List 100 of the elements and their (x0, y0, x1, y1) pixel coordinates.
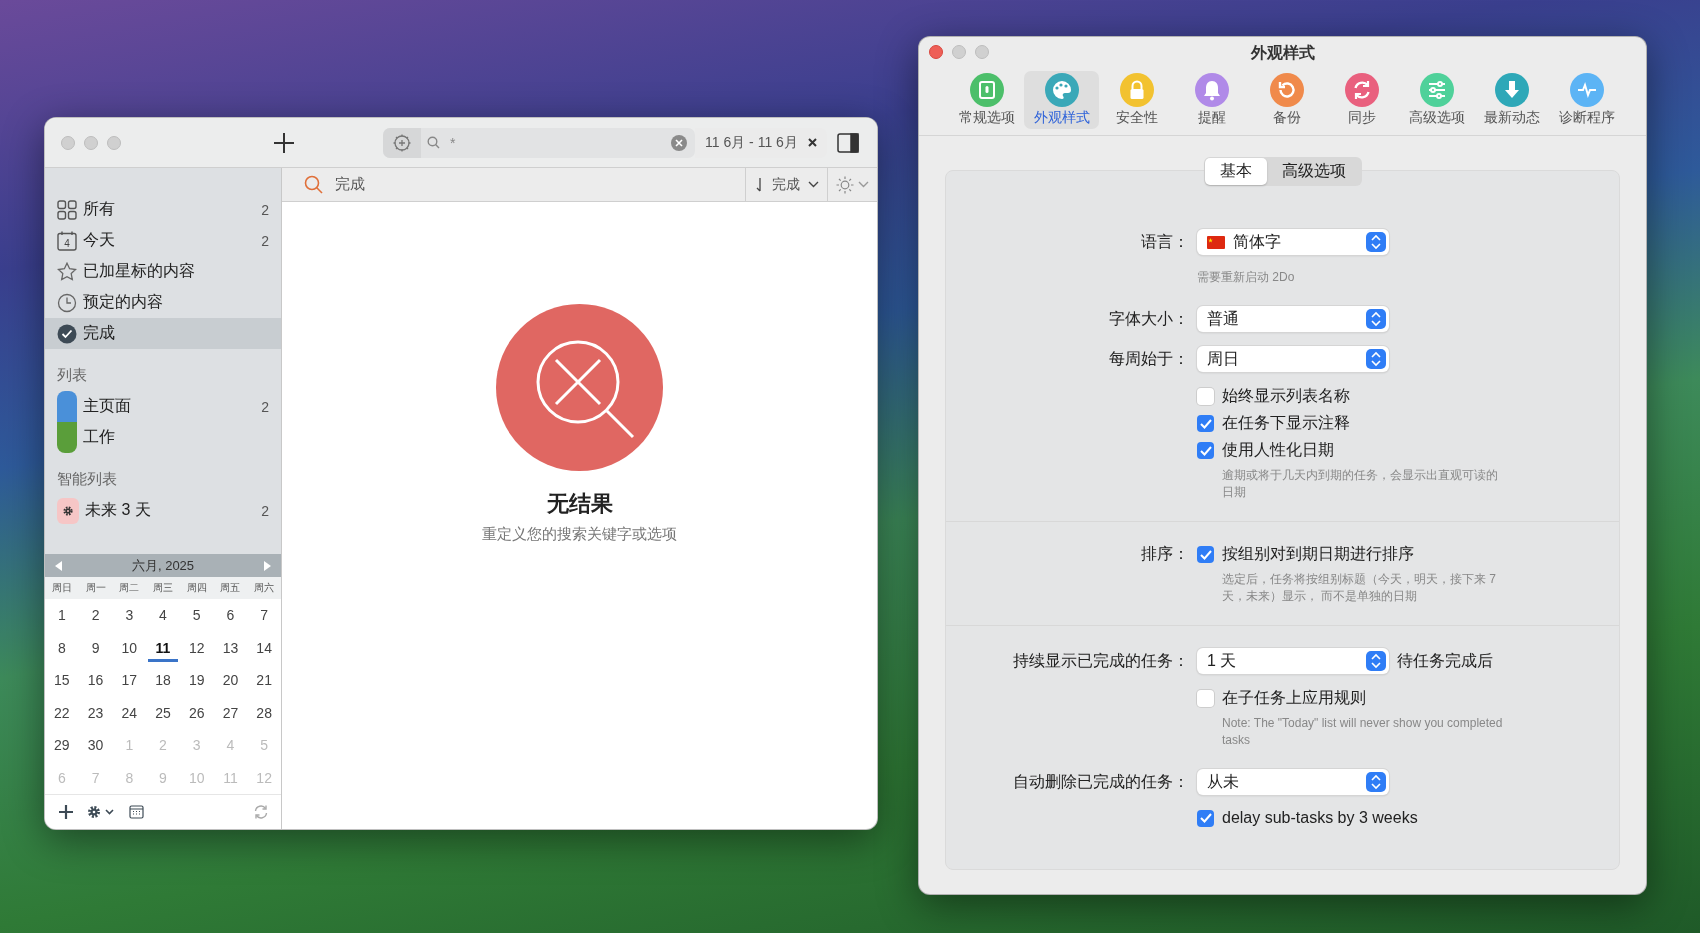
toolbar-tab[interactable]: 安全性 (1099, 71, 1174, 129)
calendar-day[interactable]: 16 (78, 664, 113, 697)
month-title: 六月, 2025 (131, 556, 195, 575)
checkbox[interactable] (1197, 809, 1214, 827)
calendar-day[interactable]: 15 (45, 664, 79, 697)
calendar-day[interactable]: 19 (179, 664, 214, 697)
section-heading: 智能列表 (56, 469, 118, 489)
calendar-day[interactable]: 24 (112, 696, 147, 729)
list-item[interactable]: 工作 (45, 422, 281, 453)
smart-list-item[interactable]: 未来 3 天 2 (45, 495, 281, 526)
section-heading: 列表 (56, 365, 88, 385)
next-month-icon[interactable] (263, 560, 271, 571)
stepper-icon (1366, 772, 1386, 792)
stepper-icon (1366, 309, 1386, 329)
popup-select[interactable]: 简体字 (1197, 229, 1389, 255)
calendar-day[interactable]: 30 (78, 729, 113, 762)
calendar-day[interactable]: 9 (78, 631, 113, 664)
popup-select[interactable]: 周日 (1197, 346, 1389, 372)
item-label: 预定的内容 (83, 292, 163, 312)
popup-select[interactable]: 普通 (1197, 306, 1389, 332)
calendar-day[interactable]: 11 (146, 631, 180, 664)
sort-menu[interactable]: 完成 (745, 168, 827, 201)
calendar-day[interactable]: 26 (179, 696, 214, 729)
sidebar-item[interactable]: 4 今天 2 (45, 225, 281, 256)
calendar-day[interactable]: 23 (78, 696, 113, 729)
weekday-label: 周二 (118, 581, 141, 595)
list-item[interactable]: 主页面 2 (45, 391, 281, 422)
close-icon[interactable] (807, 138, 817, 147)
segment-tab[interactable]: 基本 (1204, 158, 1267, 185)
toolbar-tab[interactable]: 同步 (1324, 71, 1399, 129)
checkbox-label: delay sub-tasks by 3 weeks (1222, 809, 1418, 827)
previous-month-icon[interactable] (55, 560, 63, 571)
field-suffix: 待任务完成后 (1397, 650, 1494, 671)
empty-state-title: 无结果 (546, 490, 613, 518)
add-button[interactable] (273, 131, 295, 154)
segment-tab[interactable]: 高级选项 (1266, 158, 1361, 185)
item-label: 所有 (83, 199, 115, 219)
close-window-button[interactable] (929, 45, 943, 59)
clear-icon[interactable] (671, 134, 687, 151)
calendar-day[interactable]: 8 (45, 631, 79, 664)
sidebar-item[interactable]: 预定的内容 (45, 287, 281, 318)
calendar-day[interactable]: 25 (146, 696, 180, 729)
toolbar-tab[interactable]: 提醒 (1174, 71, 1249, 129)
calendar-day[interactable]: 29 (45, 729, 79, 762)
field-label: 排序： (1140, 544, 1189, 564)
today-underline (148, 659, 178, 662)
stepper-icon (1366, 651, 1386, 671)
gear-icon (57, 497, 79, 524)
calendar-day[interactable]: 28 (247, 696, 281, 729)
empty-state-message: 重定义您的搜索关键字或选项 (482, 525, 677, 544)
sidebar-item[interactable]: 所有 2 (45, 194, 281, 225)
down-arrow-icon (756, 177, 764, 192)
calendar-icon[interactable] (129, 805, 144, 819)
calendar-day[interactable]: 7 (247, 599, 281, 632)
calendar-day[interactable]: 12 (179, 631, 214, 664)
calendar-day[interactable]: 1 (45, 599, 79, 632)
calendar-day[interactable]: 13 (213, 631, 248, 664)
gear-menu-icon[interactable] (87, 805, 115, 819)
calendar-day[interactable]: 6 (213, 599, 248, 632)
calendar-day[interactable]: 18 (146, 664, 180, 697)
weekday-label: 周三 (152, 581, 174, 595)
refresh-icon[interactable] (253, 804, 269, 820)
calendar-day[interactable]: 20 (213, 664, 248, 697)
sidebar-item[interactable]: 已加星标的内容 (45, 256, 281, 287)
popup-select[interactable]: 1 天 (1197, 648, 1389, 674)
item-count: 2 (261, 398, 269, 415)
toolbar-tab[interactable]: 备份 (1249, 71, 1324, 129)
toolbar-tab[interactable]: 诊断程序 (1549, 71, 1624, 129)
checkbox[interactable] (1197, 442, 1214, 459)
calendar-day[interactable]: 4 (146, 599, 180, 632)
item-label: 完成 (83, 323, 115, 343)
calendar-day[interactable]: 17 (112, 664, 147, 697)
search-query: * (450, 134, 456, 151)
sidebar-item[interactable]: 完成 (45, 318, 281, 349)
checkbox[interactable] (1197, 388, 1214, 405)
checkbox[interactable] (1197, 415, 1214, 432)
toolbar-tab[interactable]: 常规选项 (949, 71, 1024, 129)
field-label: 自动删除已完成的任务： (1012, 771, 1189, 792)
stepper-icon (1366, 232, 1386, 252)
calendar-day[interactable]: 27 (213, 696, 248, 729)
calendar-day[interactable]: 14 (247, 631, 281, 664)
toolbar-tab[interactable]: 高级选项 (1399, 71, 1474, 129)
calendar-day[interactable]: 21 (247, 664, 281, 697)
item-label: 主页面 (83, 396, 131, 416)
item-label: 未来 3 天 (85, 500, 151, 520)
calendar-day[interactable]: 10 (112, 631, 147, 664)
popup-select[interactable]: 从未 (1197, 769, 1389, 795)
toolbar-tab[interactable]: 最新动态 (1474, 71, 1549, 129)
sidebar-toggle-icon[interactable] (837, 132, 859, 153)
calendar-day[interactable]: 2 (78, 599, 113, 632)
item-count: 2 (261, 201, 269, 218)
checkbox[interactable] (1197, 546, 1214, 563)
calendar-day[interactable]: 5 (179, 599, 214, 632)
calendar-day[interactable]: 22 (45, 696, 79, 729)
hint-text: 逾期或将于几天内到期的任务，会显示出直观可读的日期 (1221, 467, 1499, 501)
calendar-day[interactable]: 3 (112, 599, 147, 632)
checkbox-label: 始终显示列表名称 (1222, 386, 1350, 406)
add-icon[interactable] (59, 805, 73, 819)
checkbox[interactable] (1197, 690, 1214, 707)
toolbar-tab[interactable]: 外观样式 (1024, 71, 1099, 129)
